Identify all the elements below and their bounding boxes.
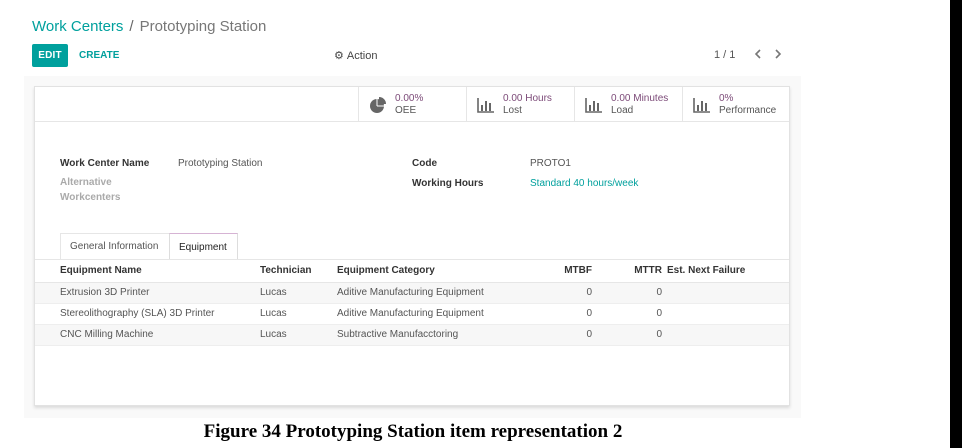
cell-equipment-name: CNC Milling Machine [35, 324, 260, 346]
cell-technician: Lucas [260, 282, 337, 304]
code-value: PROTO1 [530, 158, 571, 169]
chevron-left-icon[interactable] [751, 45, 765, 63]
stat-value: 0.00% [395, 92, 424, 104]
stat-button-lost[interactable]: 0.00 Hours Lost [466, 87, 574, 122]
cell-equipment-category: Aditive Manufacturing Equipment [337, 282, 527, 304]
cell-equipment-category: Aditive Manufacturing Equipment [337, 303, 527, 325]
table-row[interactable]: Extrusion 3D Printer Lucas Aditive Manuf… [35, 282, 789, 304]
breadcrumb: Work Centers / Prototyping Station [32, 18, 266, 35]
table-header-row: Equipment Name Technician Equipment Cate… [35, 260, 789, 283]
pie-chart-icon [370, 96, 386, 113]
tab-equipment[interactable]: Equipment [169, 233, 238, 260]
app-window: Work Centers / Prototyping Station EDIT CR… [24, 0, 801, 418]
stat-button-oee[interactable]: 0.00% OEE [358, 87, 467, 122]
stat-button-load[interactable]: 0.00 Minutes Load [574, 87, 682, 122]
pager-value[interactable]: 1 / 1 [714, 49, 735, 61]
cell-equipment-name: Extrusion 3D Printer [35, 282, 260, 304]
work-center-name-value: Prototyping Station [178, 158, 263, 169]
stat-label: Lost [503, 104, 522, 116]
col-est-next-failure[interactable]: Est. Next Failure [662, 260, 789, 283]
cell-est-next-failure [662, 303, 789, 325]
stat-value: 0.00 Hours [503, 92, 552, 104]
cell-mtbf: 0 [527, 303, 592, 325]
table-row[interactable]: Stereolithography (SLA) 3D Printer Lucas… [35, 303, 789, 325]
working-hours-link[interactable]: Standard 40 hours/week [530, 178, 638, 189]
code-label: Code [412, 158, 437, 169]
equipment-table: Equipment Name Technician Equipment Cate… [35, 260, 789, 346]
cell-technician: Lucas [260, 324, 337, 346]
col-technician[interactable]: Technician [260, 260, 337, 283]
smart-button-box: 0.00% OEE 0.00 Hours Lost 0.00 Minutes L… [35, 87, 789, 122]
gear-icon: ⚙ [334, 50, 344, 62]
breadcrumb-separator: / [129, 18, 134, 35]
cell-est-next-failure [662, 282, 789, 304]
cell-mttr: 0 [592, 324, 662, 346]
col-equipment-category[interactable]: Equipment Category [337, 260, 527, 283]
bar-chart-icon [477, 97, 494, 113]
cell-technician: Lucas [260, 303, 337, 325]
alternative-label-line2: Workcenters [60, 192, 121, 203]
figure-caption: Figure 34 Prototyping Station item repre… [203, 421, 623, 442]
edit-button[interactable]: EDIT [32, 44, 68, 67]
cell-est-next-failure [662, 324, 789, 346]
create-button[interactable]: CREATE [79, 44, 119, 67]
breadcrumb-work-centers-link[interactable]: Work Centers [32, 18, 123, 35]
bar-chart-icon [693, 97, 710, 113]
table-row[interactable]: CNC Milling Machine Lucas Subtractive Ma… [35, 324, 789, 346]
col-mttr[interactable]: MTTR [592, 260, 662, 283]
stat-label: Performance [719, 104, 777, 116]
stat-value: 0% [719, 92, 734, 104]
cell-mtbf: 0 [527, 324, 592, 346]
action-dropdown[interactable]: ⚙ Action [334, 49, 378, 63]
working-hours-label: Working Hours [412, 178, 484, 189]
stat-value: 0.00 Minutes [611, 92, 669, 104]
tab-general-information[interactable]: General Information [60, 233, 170, 259]
cell-mttr: 0 [592, 303, 662, 325]
cell-mttr: 0 [592, 282, 662, 304]
cell-mtbf: 0 [527, 282, 592, 304]
stat-label: Load [611, 104, 634, 116]
stat-button-performance[interactable]: 0% Performance [682, 87, 789, 122]
bar-chart-icon [585, 97, 602, 113]
alternative-label-line1: Alternative [60, 177, 112, 188]
cell-equipment-name: Stereolithography (SLA) 3D Printer [35, 303, 260, 325]
chevron-right-icon[interactable] [771, 45, 785, 63]
cell-equipment-category: Subtractive Manufacctoring [337, 324, 527, 346]
action-label: Action [346, 49, 378, 62]
col-equipment-name[interactable]: Equipment Name [35, 260, 260, 283]
form-sheet: 0.00% OEE 0.00 Hours Lost 0.00 Minutes L… [34, 86, 790, 406]
col-mtbf[interactable]: MTBF [527, 260, 592, 283]
breadcrumb-current: Prototyping Station [139, 18, 267, 35]
right-edge-bar [950, 0, 962, 448]
stat-label: OEE [395, 104, 417, 116]
control-panel: Work Centers / Prototyping Station EDIT CR… [24, 0, 801, 76]
alternative-workcenters-label: Alternative Workcenters [60, 175, 120, 205]
work-center-name-label: Work Center Name [60, 158, 150, 169]
